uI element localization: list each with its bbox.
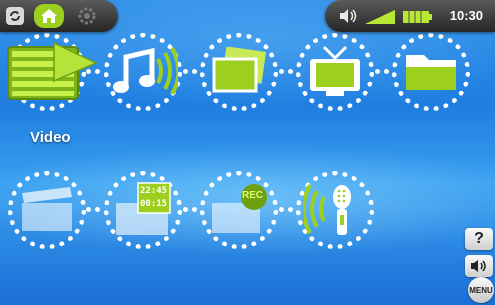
refresh-icon[interactable] bbox=[4, 5, 26, 27]
connector bbox=[183, 69, 197, 79]
home-screen: 10:30 Video 22:45 00:15 REC ? MENU bbox=[0, 0, 495, 305]
selected-item-label: Video bbox=[30, 129, 71, 146]
top-left-bar bbox=[0, 0, 118, 32]
connector bbox=[375, 69, 389, 79]
sound-recorder-menu-item[interactable] bbox=[296, 171, 374, 249]
photos-icon bbox=[212, 47, 267, 93]
tv-scheduler-menu-item[interactable]: 22:45 00:15 bbox=[104, 171, 182, 249]
photos-menu-item[interactable] bbox=[200, 33, 278, 111]
tv-icon bbox=[310, 45, 360, 96]
folder-icon bbox=[406, 55, 456, 90]
menu-button[interactable]: MENU bbox=[468, 277, 494, 303]
rec-badge: REC bbox=[242, 190, 264, 201]
connector bbox=[279, 207, 293, 217]
home-icon[interactable] bbox=[34, 4, 64, 28]
volume-icon bbox=[471, 260, 486, 272]
connector bbox=[183, 207, 197, 217]
clock: 10:30 bbox=[449, 8, 483, 23]
status-bar: 10:30 bbox=[325, 0, 495, 32]
volume-button[interactable] bbox=[465, 255, 493, 277]
music-note-icon bbox=[113, 47, 178, 96]
help-button[interactable]: ? bbox=[465, 228, 493, 250]
scheduler-time-end: 00:15 bbox=[140, 199, 168, 209]
signal-bars-icon bbox=[365, 10, 395, 29]
scheduler-times: 22:45 00:15 bbox=[140, 185, 167, 211]
files-menu-item[interactable] bbox=[392, 33, 470, 111]
clapperboard-menu-item[interactable] bbox=[8, 171, 86, 249]
connector bbox=[86, 207, 100, 217]
settings-gear-icon[interactable] bbox=[76, 5, 98, 27]
clapperboard-icon bbox=[22, 187, 72, 231]
tv-menu-item[interactable] bbox=[296, 33, 374, 111]
battery-icon bbox=[403, 10, 433, 29]
video-icon bbox=[7, 41, 98, 100]
connector bbox=[279, 69, 293, 79]
scheduler-time-start: 22:45 bbox=[140, 186, 168, 196]
video-menu-item[interactable] bbox=[7, 33, 98, 111]
speaker-icon bbox=[339, 8, 357, 29]
microphone-icon bbox=[304, 184, 351, 235]
recorder-menu-item[interactable]: REC bbox=[200, 171, 278, 249]
music-menu-item[interactable] bbox=[104, 33, 182, 111]
